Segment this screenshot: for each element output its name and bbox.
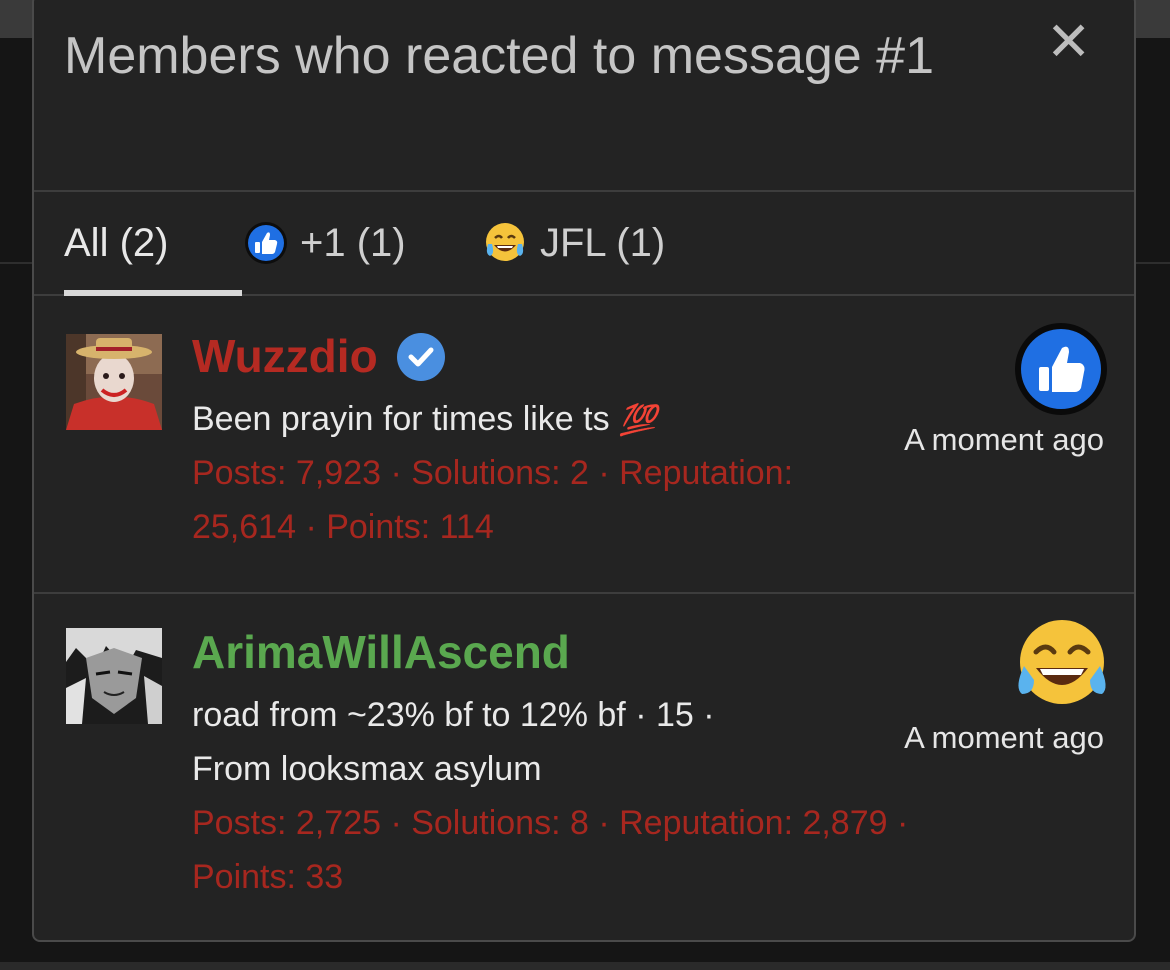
member-message: road from ~23% bf to 12% bf · 15 · From … <box>192 688 715 796</box>
tab-all[interactable]: All (2) <box>64 192 242 296</box>
avatar[interactable] <box>66 628 162 724</box>
page-bottom-backdrop <box>0 962 1170 970</box>
member-stats-line: Posts: 7,923 · Solutions: 2 · Reputation… <box>192 454 794 492</box>
hundred-points-emoji: 💯 <box>619 404 657 437</box>
member-username[interactable]: ArimaWillAscend <box>192 624 570 680</box>
tab-plus-one-label: +1 (1) <box>300 220 406 265</box>
member-row: ArimaWillAscend road from ~23% bf to 12%… <box>34 594 1134 940</box>
tab-all-label: All (2) <box>64 220 169 265</box>
reaction-timestamp: A moment ago <box>904 720 1104 755</box>
close-icon[interactable]: ✕ <box>1046 15 1091 69</box>
tab-jfl-label: JFL (1) <box>540 220 666 265</box>
member-message: Been prayin for times like ts 💯 <box>192 392 656 448</box>
reaction-tabs: All (2) +1 (1) JFL (1) <box>34 192 1134 296</box>
member-stats: Posts: 7,923 · Solutions: 2 · Reputation… <box>192 446 793 554</box>
tab-jfl[interactable]: JFL (1) <box>482 192 665 294</box>
message-text: From looksmax asylum <box>192 750 542 788</box>
member-stats: Posts: 2,725 · Solutions: 8 · Reputation… <box>192 796 908 904</box>
verified-badge-icon <box>396 332 446 387</box>
reaction-timestamp: A moment ago <box>904 422 1104 457</box>
member-username[interactable]: Wuzzdio <box>192 328 378 384</box>
like-icon <box>1014 322 1108 421</box>
member-stats-line: 25,614 · Points: 114 <box>192 508 494 546</box>
member-stats-line: Points: 33 <box>192 858 344 896</box>
tab-plus-one[interactable]: +1 (1) <box>244 192 406 294</box>
dialog-title: Members who reacted to message #1 <box>64 27 934 85</box>
avatar[interactable] <box>66 334 162 430</box>
member-stats-line: Posts: 2,725 · Solutions: 8 · Reputation… <box>192 804 909 842</box>
dialog-header: Members who reacted to message #1 ✕ <box>34 0 1134 192</box>
member-row: Wuzzdio Been prayin for times like ts 💯 … <box>34 296 1134 594</box>
joy-crying-icon <box>1014 618 1110 713</box>
joy-crying-icon <box>482 220 528 266</box>
like-icon <box>244 221 288 265</box>
message-text: Been prayin for times like ts <box>192 400 610 438</box>
message-text: road from ~23% bf to 12% bf · 15 · <box>192 696 715 734</box>
reactions-dialog: Members who reacted to message #1 ✕ All … <box>32 0 1136 942</box>
